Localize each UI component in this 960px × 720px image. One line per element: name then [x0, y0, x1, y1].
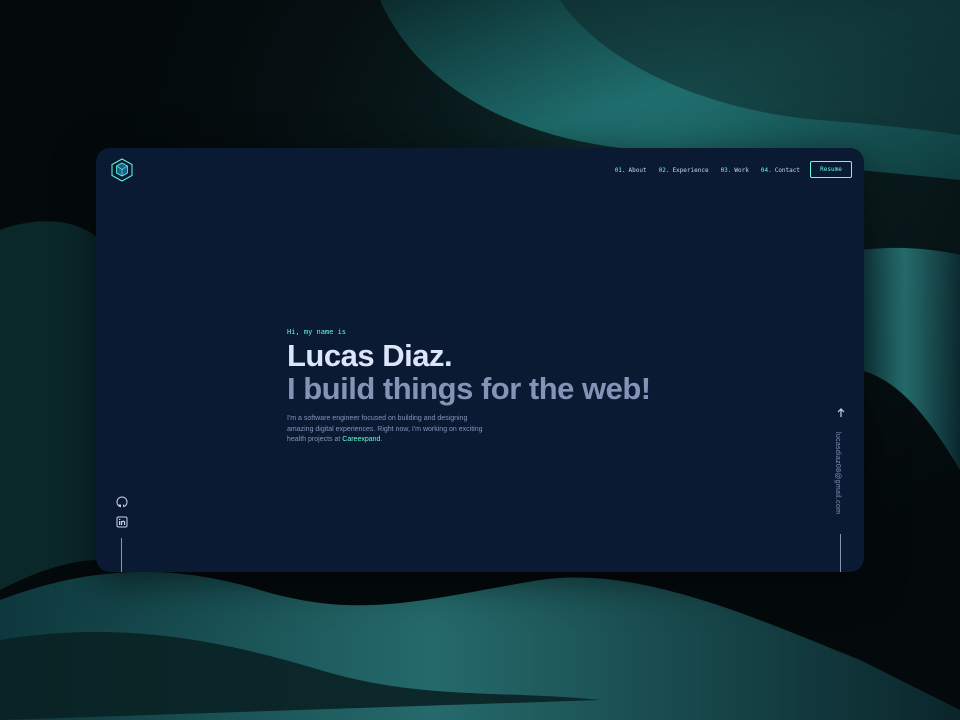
hero-bio: I'm a software engineer focused on build…	[287, 414, 487, 446]
nav-item-contact[interactable]: 04. Contact	[761, 167, 800, 174]
email-divider-line	[840, 534, 841, 572]
nav-item-work[interactable]: 03. Work	[721, 167, 749, 174]
company-link[interactable]: Careexpand	[342, 436, 380, 443]
email-link[interactable]: lucasdiaz08@gmail.com	[834, 432, 841, 514]
github-icon[interactable]	[116, 496, 128, 508]
hero-name: Lucas Diaz.	[287, 338, 453, 373]
portfolio-card: 01. About 02. Experience 03. Work 04. Contac…	[96, 148, 864, 572]
social-divider-line	[121, 538, 122, 572]
social-links	[116, 496, 128, 528]
linkedin-icon[interactable]	[116, 516, 128, 528]
resume-button[interactable]: Resume	[810, 161, 852, 178]
greeting-text: Hi, my name is	[287, 328, 347, 336]
bio-end: .	[380, 436, 383, 443]
main-nav: 01. About 02. Experience 03. Work 04. Contac…	[615, 167, 800, 174]
arrow-up-icon[interactable]	[835, 407, 847, 419]
hero-tagline: I build things for the web!	[287, 371, 651, 406]
bio-text: I'm a software engineer focused on build…	[287, 415, 483, 443]
hero-section: Hi, my name is Lucas Diaz. I build thing…	[287, 328, 651, 446]
nav-item-experience[interactable]: 02. Experience	[659, 167, 709, 174]
nav-item-about[interactable]: 01. About	[615, 167, 647, 174]
cube-logo-icon[interactable]	[110, 158, 134, 182]
